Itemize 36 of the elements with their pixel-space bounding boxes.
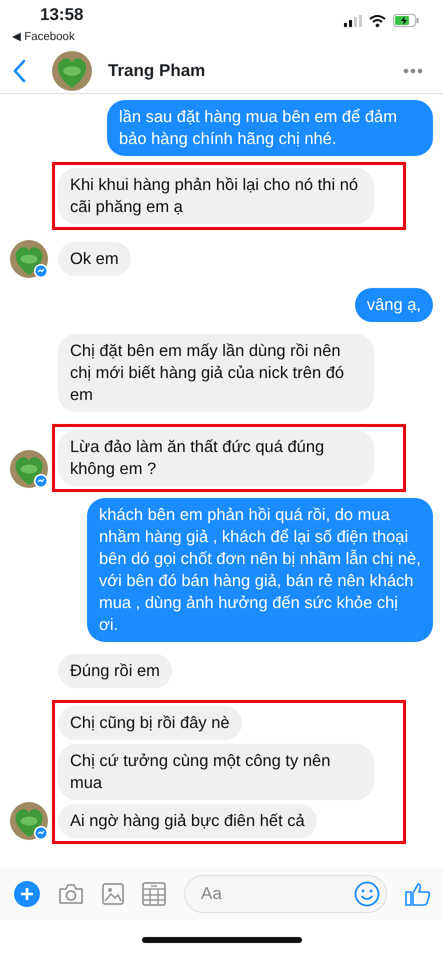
wifi-icon	[369, 14, 386, 26]
smiley-icon	[354, 881, 380, 907]
status-time: 13:58	[40, 5, 84, 25]
plus-icon	[14, 881, 40, 907]
message-input[interactable]: Aa	[199, 880, 354, 908]
message-bubble: khách bên em phản hồi quá rồi, do mua nhầm hàng giả , khách để lại số điện thoại bên dó gọi chốt đơn nên bị nhầm lẫn chị nè, với bên đó bán hàng giả, bán rẻ nên khách mua , dùng ảnh hưởng đến sức khỏe chị ơi.	[87, 498, 433, 642]
contact-avatar[interactable]	[52, 50, 92, 90]
more-button[interactable]	[403, 68, 423, 74]
thumbs-up-icon	[405, 881, 431, 907]
grid-icon	[142, 882, 166, 906]
grid-button[interactable]	[142, 882, 166, 906]
back-to-app-link[interactable]: ◀ Facebook	[12, 29, 75, 46]
emoji-button[interactable]	[354, 881, 380, 907]
message-bubble: Chị cứ tưởng cùng một công ty nên mua	[58, 744, 374, 800]
message-bubble: Chị đặt bên em mấy lần dùng rồi nên chị mới biết hàng giả của nick trên đó em	[58, 334, 374, 412]
back-button[interactable]	[12, 58, 26, 82]
message-bubble: Chị cũng bị rồi đây nè	[58, 706, 242, 740]
back-chevron-icon	[12, 58, 26, 82]
add-button[interactable]	[14, 881, 40, 907]
more-dots-icon	[403, 68, 423, 74]
message-bubble: Đúng rồi em	[58, 654, 172, 688]
message-bubble: lần sau đặt hàng mua bên em để đảm bảo hàng chính hãng chị nhé.	[107, 100, 433, 156]
gallery-button[interactable]	[102, 883, 124, 905]
battery-icon	[393, 14, 419, 27]
camera-icon	[58, 883, 84, 905]
image-icon	[102, 883, 124, 905]
message-bubble: Ai ngờ hàng giả bực điên hết cả	[58, 804, 317, 838]
camera-button[interactable]	[58, 883, 84, 905]
message-bubble: Ok em	[58, 242, 131, 276]
message-bubble: Lừa đảo làm ăn thất đức quá đúng không em ?	[58, 430, 374, 486]
signal-icon	[344, 14, 362, 26]
message-bubble: Khi khui hàng phản hồi lại cho nó thi nó cãi phăng em ạ	[58, 168, 374, 224]
message-field[interactable]: Aa	[184, 875, 387, 913]
like-button[interactable]	[405, 881, 431, 907]
message-bubble: vâng ạ,	[354, 288, 433, 322]
contact-name: Trang Pham	[108, 60, 206, 82]
